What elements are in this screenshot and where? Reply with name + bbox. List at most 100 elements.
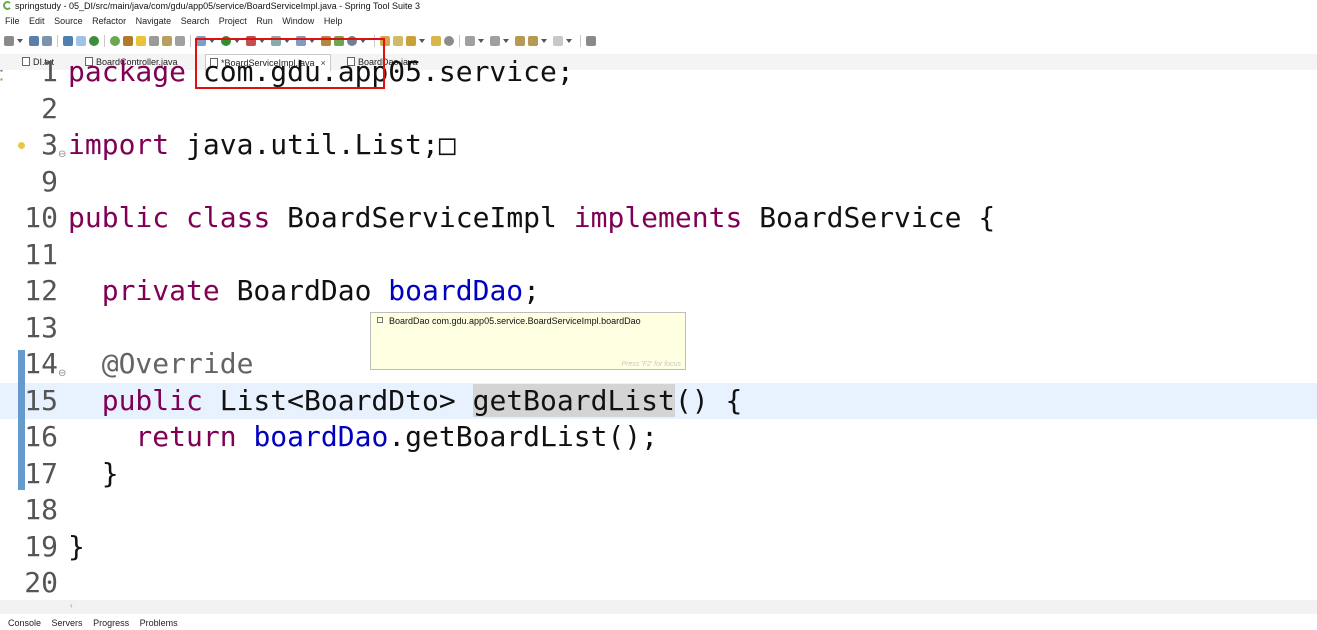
menu-edit[interactable]: Edit: [29, 14, 45, 28]
line-number: 18: [24, 493, 58, 526]
show-whitespace-icon[interactable]: [162, 36, 172, 46]
line-code: private BoardDao boardDao;: [68, 273, 540, 309]
menu-navigate[interactable]: Navigate: [136, 14, 172, 28]
scroll-left-icon[interactable]: ‹: [70, 601, 73, 610]
next-annotation-icon[interactable]: [465, 36, 475, 46]
line-code: }: [68, 456, 119, 492]
toggle-mark-icon[interactable]: [444, 36, 454, 46]
next-annotation-dropdown-icon[interactable]: [478, 39, 484, 43]
code-token: BoardService {: [759, 201, 996, 234]
code-line[interactable]: 10 public class BoardServiceImpl implemen…: [0, 200, 1317, 236]
code-line[interactable]: 20: [0, 565, 1317, 601]
menu-window[interactable]: Window: [282, 14, 314, 28]
forward-dropdown-icon[interactable]: [566, 39, 572, 43]
tooltip-footer: Press 'F2' for focus: [621, 361, 681, 368]
menu-project[interactable]: Project: [219, 14, 247, 28]
spring-tool-suite-icon: [3, 1, 12, 10]
toolbar-separator: [459, 35, 460, 47]
main-toolbar: [0, 31, 804, 51]
pin-editor-icon[interactable]: [586, 36, 596, 46]
open-task-icon[interactable]: [393, 36, 403, 46]
code-line[interactable]: 16 return boardDao.getBoardList();: [0, 419, 1317, 455]
code-token: □: [438, 128, 456, 161]
toolbar-separator: [57, 35, 58, 47]
window-title: springstudy - 05_DI/src/main/java/com/gd…: [15, 1, 421, 11]
field-icon: [377, 317, 383, 323]
code-token: getBoardList: [472, 383, 675, 417]
last-edit-location-icon[interactable]: [515, 36, 525, 46]
bottom-panel-tabs: Console Servers Progress Problems: [0, 616, 1317, 628]
block-selection-icon[interactable]: [175, 36, 185, 46]
quick-diff-marker: [18, 350, 25, 490]
menu-help[interactable]: Help: [324, 14, 343, 28]
code-token: public: [68, 201, 187, 234]
open-folder-icon[interactable]: [431, 36, 441, 46]
line-number: 9: [41, 164, 58, 198]
horizontal-scrollbar[interactable]: ‹: [0, 600, 1317, 614]
code-token: package: [68, 55, 203, 88]
code-line[interactable]: 11: [0, 237, 1317, 273]
forward-icon[interactable]: [553, 36, 563, 46]
line-code: public class BoardServiceImpl implements…: [68, 200, 995, 236]
spring-dashboard-icon[interactable]: [110, 36, 120, 46]
line-number: 1: [41, 55, 58, 88]
line-code: @Override: [68, 346, 254, 382]
code-line[interactable]: 19}: [0, 529, 1317, 565]
code-token: .getBoardList();: [388, 420, 659, 453]
menu-refactor[interactable]: Refactor: [92, 14, 126, 28]
code-line[interactable]: 2: [0, 91, 1317, 127]
line-number: 19: [24, 529, 58, 563]
code-token: return: [68, 420, 254, 453]
start-server-icon[interactable]: [89, 36, 99, 46]
previous-annotation-dropdown-icon[interactable]: [503, 39, 509, 43]
line-number: 17: [24, 456, 58, 490]
toolbar-separator: [190, 35, 191, 47]
code-line[interactable]: 9: [0, 164, 1317, 200]
new-dropdown-icon[interactable]: [17, 39, 23, 43]
search-icon[interactable]: [406, 36, 416, 46]
save-all-icon[interactable]: [42, 36, 52, 46]
skip-breakpoints-icon[interactable]: [76, 36, 86, 46]
code-line[interactable]: 3 import java.util.List;□ ⊖: [0, 127, 1317, 163]
code-token: () {: [674, 383, 743, 417]
lightbulb-icon[interactable]: [18, 142, 25, 149]
back-icon[interactable]: [528, 36, 538, 46]
save-icon[interactable]: [29, 36, 39, 46]
line-code: public List<BoardDto> getBoardList() {: [68, 383, 742, 419]
back-dropdown-icon[interactable]: [541, 39, 547, 43]
mark-occurrences-icon[interactable]: [149, 36, 159, 46]
code-line[interactable]: 17 }: [0, 456, 1317, 492]
previous-annotation-icon[interactable]: [490, 36, 500, 46]
line-number: 11: [24, 237, 58, 271]
pin-icon[interactable]: [123, 36, 133, 46]
new-icon[interactable]: [4, 36, 14, 46]
search-dropdown-icon[interactable]: [419, 39, 425, 43]
line-number: 12: [24, 274, 58, 307]
line-number: 14: [24, 347, 58, 380]
terminal-icon[interactable]: [63, 36, 73, 46]
toolbar-separator: [104, 35, 105, 47]
line-code: }: [68, 529, 85, 565]
menu-search[interactable]: Search: [181, 14, 210, 28]
menu-run[interactable]: Run: [256, 14, 273, 28]
menu-file[interactable]: File: [5, 14, 20, 28]
menu-source[interactable]: Source: [54, 14, 83, 28]
line-number: 2: [41, 91, 58, 125]
line-number: 16: [24, 420, 58, 453]
line-code: import java.util.List;□: [68, 127, 456, 163]
code-token: class: [186, 201, 288, 234]
code-line[interactable]: 12 private BoardDao boardDao;: [0, 273, 1317, 309]
code-token: BoardDao: [236, 274, 389, 307]
code-token: boardDao: [253, 420, 389, 453]
code-token: }: [68, 529, 85, 563]
code-token: import: [68, 128, 187, 161]
menu-bar: File Edit Source Refactor Navigate Searc…: [0, 14, 344, 28]
line-number: 10: [24, 201, 58, 234]
line-number: 20: [24, 566, 58, 599]
edit-icon[interactable]: [136, 36, 146, 46]
code-token: public: [68, 383, 220, 417]
tooltip-text: BoardDao com.gdu.app05.service.BoardServ…: [389, 316, 641, 326]
code-line[interactable]: 18: [0, 492, 1317, 528]
code-line[interactable]: 15 public List<BoardDto> getBoardList() …: [0, 382, 1317, 419]
code-token: java.util.List;: [186, 128, 439, 161]
